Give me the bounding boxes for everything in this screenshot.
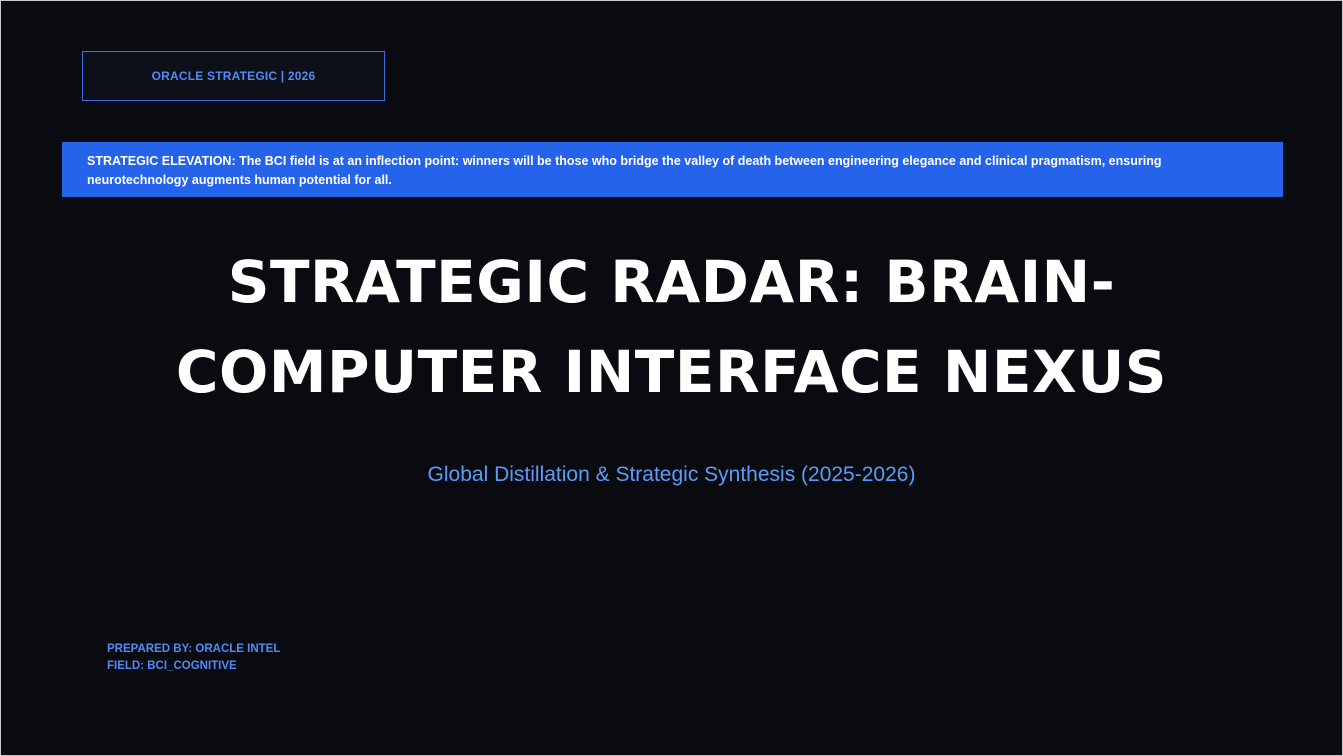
brand-label: ORACLE STRATEGIC | 2026 xyxy=(151,69,316,83)
brand-badge: ORACLE STRATEGIC | 2026 xyxy=(82,51,385,101)
strategic-elevation-banner: STRATEGIC ELEVATION: The BCI field is at… xyxy=(62,142,1283,197)
title-line-1: STRATEGIC RADAR: BRAIN- xyxy=(227,248,1116,316)
prepared-by-text: PREPARED BY: ORACLE INTEL xyxy=(107,643,281,655)
banner-text: STRATEGIC ELEVATION: The BCI field is at… xyxy=(87,154,1162,187)
field-text: FIELD: BCI_COGNITIVE xyxy=(107,660,237,672)
prepared-by-block: PREPARED BY: ORACLE INTEL FIELD: BCI_COG… xyxy=(107,641,280,675)
slide: ORACLE STRATEGIC | 2026 STRATEGIC ELEVAT… xyxy=(1,1,1342,755)
subtitle: Global Distillation & Strategic Synthesi… xyxy=(427,463,916,486)
page-title: STRATEGIC RADAR: BRAIN- COMPUTER INTERFA… xyxy=(61,237,1282,417)
title-line-2: COMPUTER INTERFACE NEXUS xyxy=(175,338,1168,406)
